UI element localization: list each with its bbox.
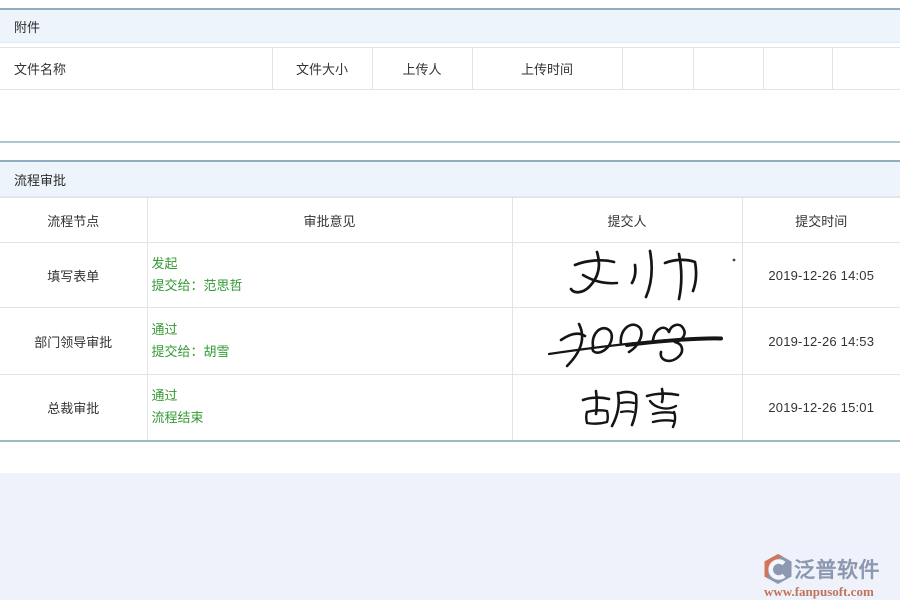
approval-opinion: 通过 流程结束 <box>147 375 512 441</box>
approval-row-1: 填写表单 发起 提交给：范思哲 2019-1 <box>0 243 900 308</box>
approval-opinion: 发起 提交给：范思哲 <box>147 243 512 308</box>
brand-logo: 泛普软件 www.fanpusoft.com <box>764 554 894 600</box>
brand-name: 泛普软件 <box>794 554 880 584</box>
col-submitter: 提交人 <box>512 198 742 243</box>
signature-cell <box>512 243 742 308</box>
flow-node: 总裁审批 <box>0 375 147 441</box>
attachments-header-row: 文件名称 文件大小 上传人 上传时间 <box>0 48 900 90</box>
signature-hu-xue <box>517 384 737 430</box>
submit-time: 2019-12-26 15:01 <box>742 375 900 441</box>
signature-cell <box>512 375 742 441</box>
approval-row-3: 总裁审批 通过 流程结束 <box>0 375 900 441</box>
attachments-section-title: 附件 <box>14 17 40 36</box>
footer-area: 泛普软件 www.fanpusoft.com <box>0 473 900 600</box>
col-empty-2 <box>693 48 763 90</box>
attachments-table: 文件名称 文件大小 上传人 上传时间 <box>0 47 900 90</box>
stray-dot <box>733 259 736 262</box>
col-uploader: 上传人 <box>372 48 472 90</box>
brand-url-link[interactable]: www.fanpusoft.com <box>764 584 894 600</box>
approval-header-row: 流程节点 审批意见 提交人 提交时间 <box>0 198 900 243</box>
col-file-name: 文件名称 <box>0 48 272 90</box>
col-empty-4 <box>832 48 900 90</box>
opinion-target: 提交给：范思哲 <box>152 275 512 297</box>
fanpu-logo-icon <box>764 554 792 584</box>
opinion-action: 发起 <box>152 253 512 275</box>
approval-row-2: 部门领导审批 通过 提交给：胡雪 2019-12-26 14:53 <box>0 308 900 375</box>
submit-time: 2019-12-26 14:05 <box>742 243 900 308</box>
approval-section-title: 流程审批 <box>14 170 66 189</box>
col-empty-1 <box>622 48 693 90</box>
signature-li-shuai <box>517 247 737 303</box>
col-empty-3 <box>763 48 832 90</box>
col-flow-node: 流程节点 <box>0 198 147 243</box>
col-approval-opinion: 审批意见 <box>147 198 512 243</box>
opinion-action: 通过 <box>152 385 512 407</box>
signature-cell <box>512 308 742 375</box>
submit-time: 2019-12-26 14:53 <box>742 308 900 375</box>
opinion-action: 通过 <box>152 319 512 341</box>
spacer <box>0 442 900 464</box>
attachments-section-header: 附件 <box>0 8 900 43</box>
approval-record-page: 附件 文件名称 文件大小 上传人 上传时间 流程审批 流程节点 审批意见 提交人 <box>0 8 900 600</box>
opinion-target: 流程结束 <box>152 407 512 429</box>
signature-fan-sizhe <box>517 310 737 372</box>
flow-node: 部门领导审批 <box>0 308 147 375</box>
approval-section-header: 流程审批 <box>0 160 900 197</box>
flow-node: 填写表单 <box>0 243 147 308</box>
col-submit-time: 提交时间 <box>742 198 900 243</box>
approval-opinion: 通过 提交给：胡雪 <box>147 308 512 375</box>
opinion-target: 提交给：胡雪 <box>152 341 512 363</box>
attachments-empty-body <box>0 90 900 143</box>
approval-table: 流程节点 审批意见 提交人 提交时间 填写表单 发起 提交给：范思哲 <box>0 197 900 442</box>
col-file-size: 文件大小 <box>272 48 372 90</box>
col-upload-time: 上传时间 <box>472 48 622 90</box>
